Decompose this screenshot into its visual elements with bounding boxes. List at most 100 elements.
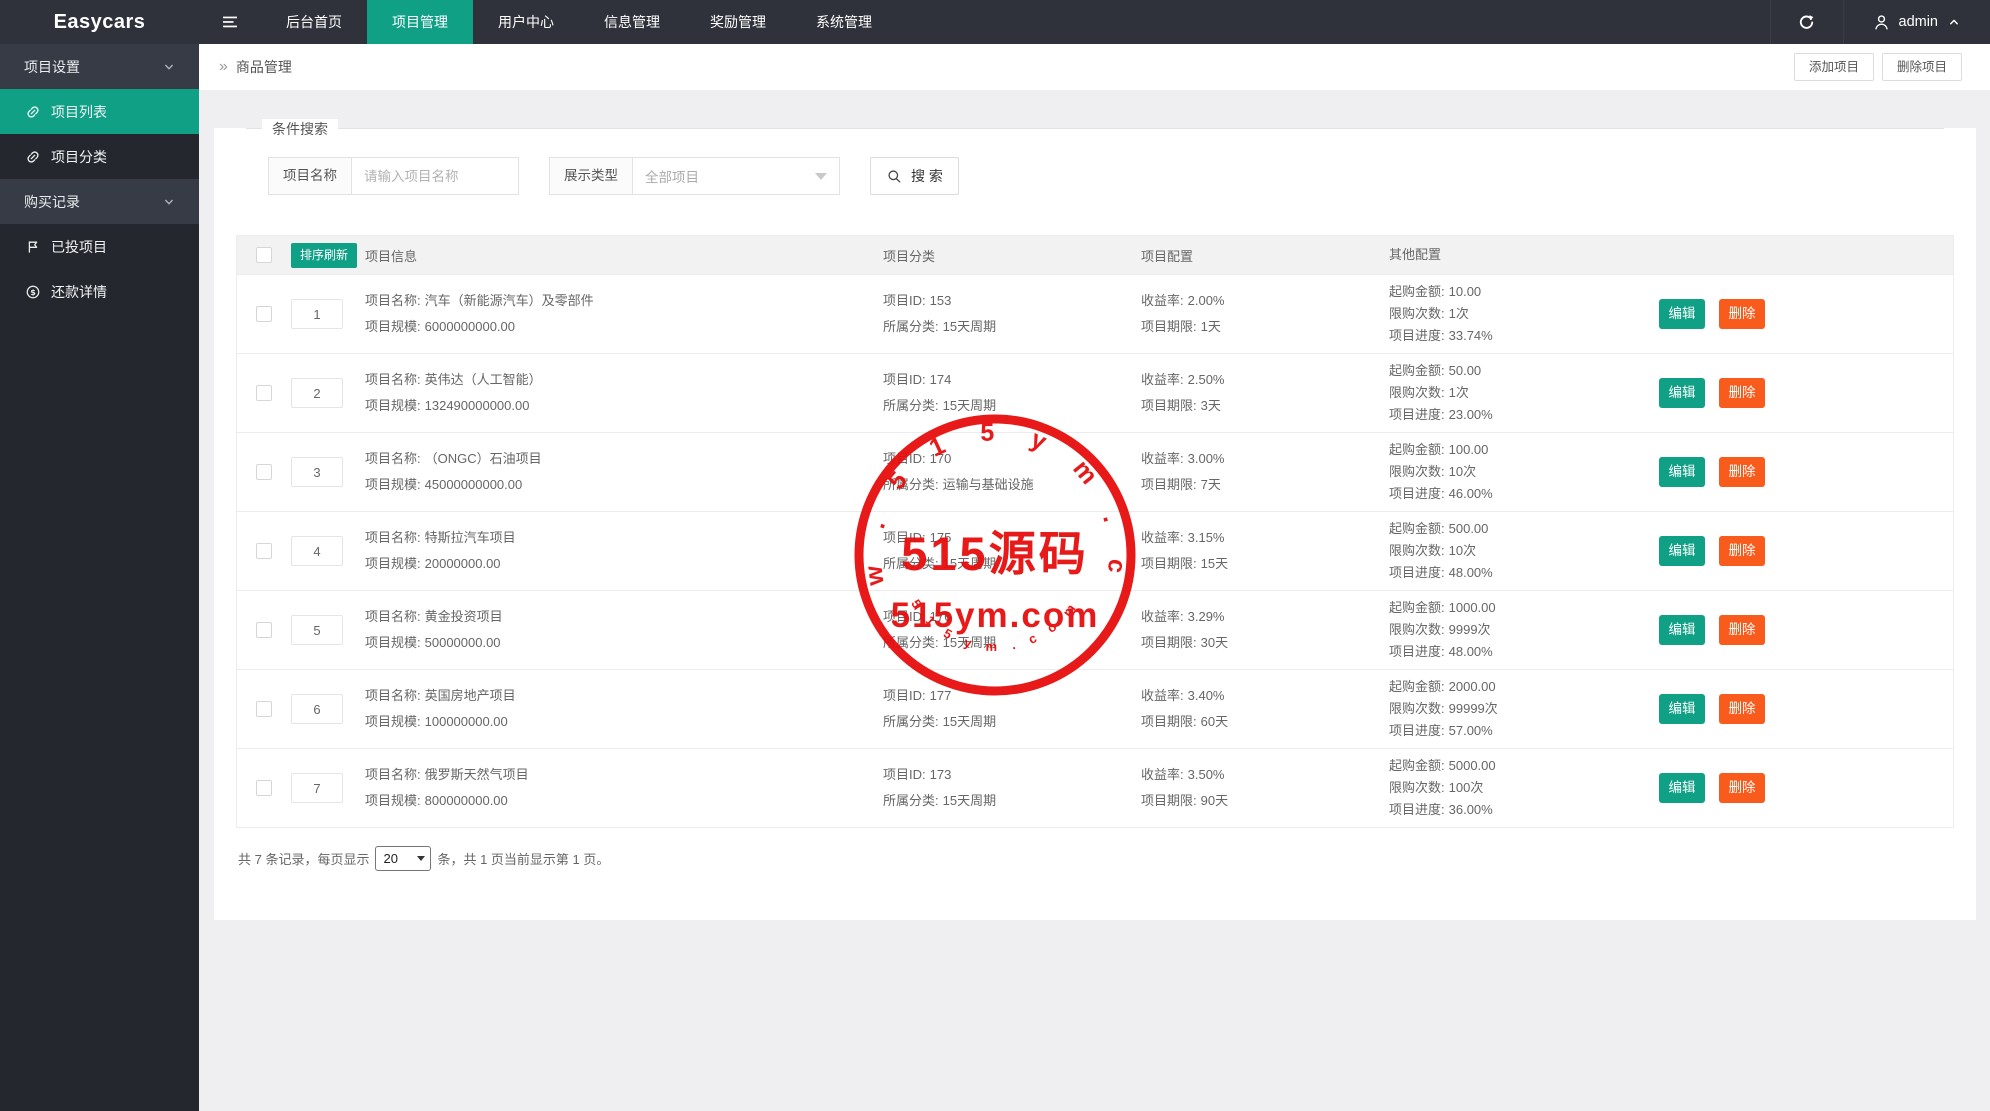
- edit-button[interactable]: 编辑: [1659, 378, 1705, 408]
- project-progress: 46.00%: [1449, 486, 1493, 501]
- search-fieldset: 条件搜索 项目名称 展示类型 全部项目 搜 索: [246, 128, 1944, 219]
- min-purchase-amount: 50.00: [1449, 363, 1482, 378]
- project-scale: 6000000000.00: [425, 319, 515, 334]
- sidebar-toggle-icon[interactable]: [199, 0, 261, 44]
- row-checkbox[interactable]: [256, 306, 272, 322]
- project-duration: 3天: [1201, 398, 1221, 413]
- icon-dollar: [25, 284, 41, 300]
- header-other-config: 其他配置: [1389, 244, 1653, 266]
- row-checkbox[interactable]: [256, 780, 272, 796]
- page-title: 商品管理: [236, 57, 292, 77]
- row-checkbox[interactable]: [256, 385, 272, 401]
- row-checkbox[interactable]: [256, 701, 272, 717]
- chevron-down-icon: [161, 194, 177, 210]
- purchase-limit-times: 1次: [1449, 306, 1469, 321]
- project-id: 153: [930, 293, 952, 308]
- sort-refresh-button[interactable]: 排序刷新: [291, 243, 357, 268]
- breadcrumb-bar: » 商品管理 添加项目 删除项目: [199, 44, 1990, 90]
- project-rate: 3.29%: [1188, 609, 1225, 624]
- project-category: 运输与基础设施: [943, 477, 1034, 492]
- display-type-group: 展示类型 全部项目: [549, 157, 840, 195]
- edit-button[interactable]: 编辑: [1659, 536, 1705, 566]
- sort-order-input[interactable]: [291, 615, 343, 645]
- nav-tab-1[interactable]: 项目管理: [367, 0, 473, 44]
- sidebar-item-5[interactable]: 还款详情: [0, 269, 199, 314]
- purchase-limit-times: 100次: [1449, 780, 1484, 795]
- delete-button[interactable]: 删除: [1719, 536, 1765, 566]
- min-purchase-amount: 500.00: [1449, 521, 1489, 536]
- project-id: 173: [930, 767, 952, 782]
- select-all-checkbox[interactable]: [256, 247, 272, 263]
- sort-order-input[interactable]: [291, 378, 343, 408]
- table-row: 项目名称:黄金投资项目 项目规模:50000000.00 项目ID:176 所属…: [237, 590, 1953, 669]
- sort-order-input[interactable]: [291, 773, 343, 803]
- project-scale: 20000000.00: [425, 556, 501, 571]
- project-name-input[interactable]: [351, 157, 519, 195]
- project-name: 俄罗斯天然气项目: [425, 767, 529, 782]
- chevron-down-icon: [161, 59, 177, 75]
- breadcrumb: » 商品管理: [219, 57, 292, 77]
- project-scale: 100000000.00: [425, 714, 508, 729]
- project-id: 174: [930, 372, 952, 387]
- sidebar-item-4[interactable]: 已投项目: [0, 224, 199, 269]
- delete-button[interactable]: 删除: [1719, 378, 1765, 408]
- row-checkbox[interactable]: [256, 543, 272, 559]
- project-duration: 30天: [1201, 635, 1228, 650]
- row-checkbox[interactable]: [256, 464, 272, 480]
- nav-tab-3[interactable]: 信息管理: [579, 0, 685, 44]
- delete-button[interactable]: 删除: [1719, 457, 1765, 487]
- delete-button[interactable]: 删除: [1719, 299, 1765, 329]
- sidebar-group-3[interactable]: 购买记录: [0, 179, 199, 224]
- row-checkbox[interactable]: [256, 622, 272, 638]
- project-scale: 132490000000.00: [425, 398, 530, 413]
- table-row: 项目名称:特斯拉汽车项目 项目规模:20000000.00 项目ID:175 所…: [237, 511, 1953, 590]
- projects-table: 排序刷新 项目信息 项目分类 项目配置 其他配置 项目名称:汽车（新能源汽车）及…: [236, 235, 1954, 828]
- user-menu[interactable]: admin: [1843, 0, 1990, 44]
- search-form: 项目名称 展示类型 全部项目 搜 索: [268, 157, 1944, 195]
- table-body: 项目名称:汽车（新能源汽车）及零部件 项目规模:6000000000.00 项目…: [237, 274, 1953, 827]
- project-category: 15天周期: [943, 714, 996, 729]
- edit-button[interactable]: 编辑: [1659, 615, 1705, 645]
- nav-tab-2[interactable]: 用户中心: [473, 0, 579, 44]
- user-icon: [1872, 13, 1891, 32]
- sort-order-input[interactable]: [291, 457, 343, 487]
- sidebar-group-0[interactable]: 项目设置: [0, 44, 199, 89]
- project-progress: 57.00%: [1449, 723, 1493, 738]
- per-page-select[interactable]: 20: [375, 846, 431, 871]
- delete-button[interactable]: 删除: [1719, 615, 1765, 645]
- table-row: 项目名称:英国房地产项目 项目规模:100000000.00 项目ID:177 …: [237, 669, 1953, 748]
- edit-button[interactable]: 编辑: [1659, 299, 1705, 329]
- add-project-button[interactable]: 添加项目: [1794, 53, 1874, 81]
- edit-button[interactable]: 编辑: [1659, 457, 1705, 487]
- main-area: » 商品管理 添加项目 删除项目 条件搜索 项目名称 展示类型 全部项目: [199, 44, 1990, 1111]
- sidebar-item-1[interactable]: 项目列表: [0, 89, 199, 134]
- project-name: 汽车（新能源汽车）及零部件: [425, 293, 594, 308]
- project-name: 特斯拉汽车项目: [425, 530, 516, 545]
- search-button[interactable]: 搜 索: [870, 157, 959, 195]
- project-name-group: 项目名称: [268, 157, 519, 195]
- pagination: 共 7 条记录，每页显示 20 条，共 1 页当前显示第 1 页。: [238, 846, 1954, 871]
- project-rate: 3.40%: [1188, 688, 1225, 703]
- refresh-button[interactable]: [1770, 0, 1843, 44]
- delete-project-button[interactable]: 删除项目: [1882, 53, 1962, 81]
- project-name-label: 项目名称: [268, 157, 352, 195]
- edit-button[interactable]: 编辑: [1659, 773, 1705, 803]
- sort-order-input[interactable]: [291, 536, 343, 566]
- table-row: 项目名称:汽车（新能源汽车）及零部件 项目规模:6000000000.00 项目…: [237, 274, 1953, 353]
- sort-order-input[interactable]: [291, 299, 343, 329]
- delete-button[interactable]: 删除: [1719, 694, 1765, 724]
- header-project-category: 项目分类: [883, 246, 1141, 265]
- nav-tab-0[interactable]: 后台首页: [261, 0, 367, 44]
- nav-tab-4[interactable]: 奖励管理: [685, 0, 791, 44]
- brand-logo[interactable]: Easycars: [0, 0, 199, 44]
- display-type-select[interactable]: 全部项目: [632, 157, 840, 195]
- delete-button[interactable]: 删除: [1719, 773, 1765, 803]
- icon-link: [25, 104, 41, 120]
- sidebar: 项目设置 项目列表 项目分类 购买记录: [0, 44, 199, 1111]
- nav-tab-5[interactable]: 系统管理: [791, 0, 897, 44]
- sort-order-input[interactable]: [291, 694, 343, 724]
- sidebar-item-2[interactable]: 项目分类: [0, 134, 199, 179]
- project-id: 175: [930, 530, 952, 545]
- purchase-limit-times: 10次: [1449, 543, 1476, 558]
- edit-button[interactable]: 编辑: [1659, 694, 1705, 724]
